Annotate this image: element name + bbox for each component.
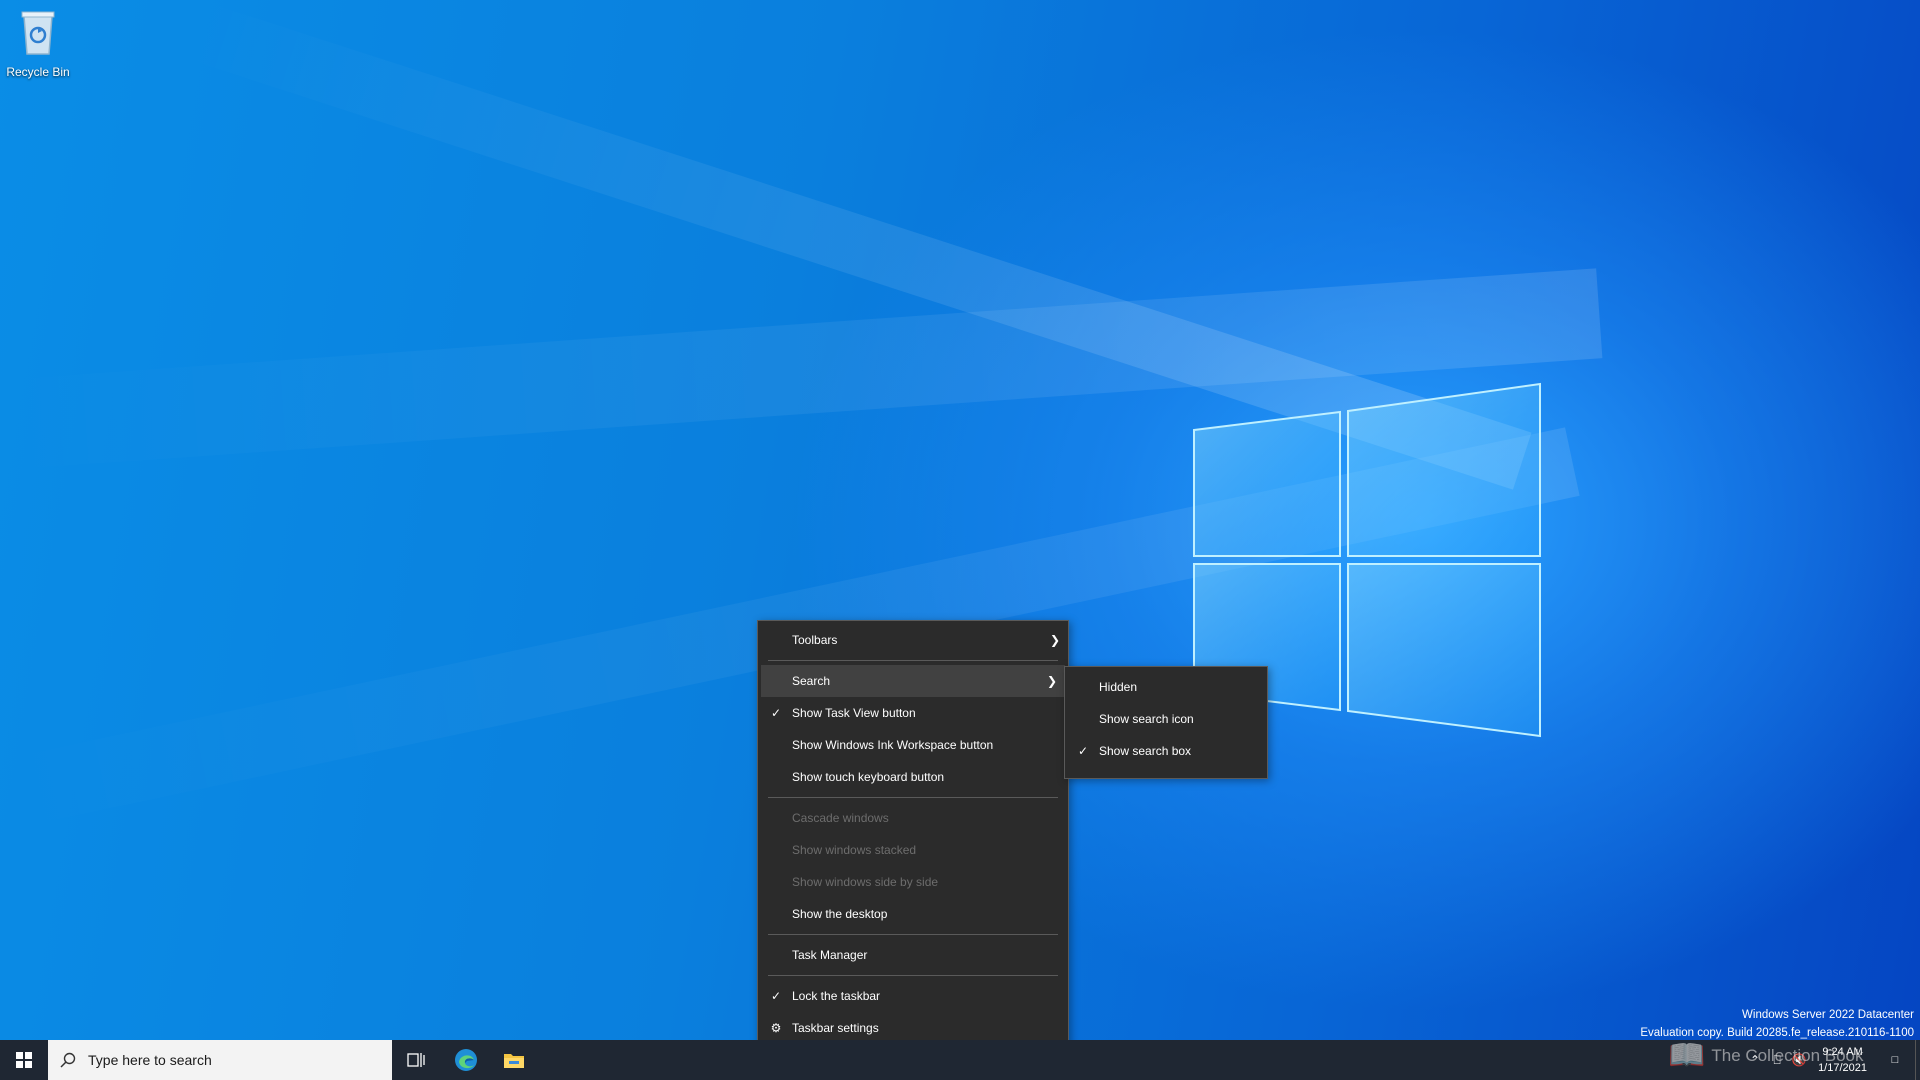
menu-separator <box>768 975 1058 976</box>
menu-item-label: Show touch keyboard button <box>792 770 945 784</box>
recycle-bin-label: Recycle Bin <box>6 65 70 79</box>
menu-item-label: Taskbar settings <box>792 1021 879 1035</box>
task-view-button[interactable] <box>396 1040 436 1080</box>
submenu-item-show-search-icon[interactable]: Show search icon <box>1065 703 1267 735</box>
menu-item-show-ink-workspace[interactable]: Show Windows Ink Workspace button <box>758 729 1068 761</box>
menu-item-task-manager[interactable]: Task Manager <box>758 939 1068 971</box>
taskbar-context-menu: Toolbars ❯ Search ❯ ✓ Show Task View but… <box>757 620 1069 1057</box>
taskbar: Type here to search ⌃ ⎕ 🔇 9:24 AM 1/17/2… <box>0 1040 1920 1080</box>
chevron-right-icon: ❯ <box>1046 674 1057 688</box>
checkmark-icon: ✓ <box>770 989 782 1003</box>
checkmark-icon: ✓ <box>1077 744 1089 758</box>
recycle-bin-desktop-icon[interactable]: Recycle Bin <box>4 6 72 79</box>
windows-start-icon <box>16 1052 32 1068</box>
menu-item-lock-taskbar[interactable]: ✓ Lock the taskbar <box>758 980 1068 1012</box>
menu-item-label: Show windows stacked <box>792 843 917 857</box>
menu-item-cascade-windows: Cascade windows <box>758 802 1068 834</box>
notification-center-icon[interactable]: □ <box>1875 1054 1915 1066</box>
menu-item-label: Show search box <box>1099 744 1192 758</box>
menu-item-label: Hidden <box>1099 680 1138 694</box>
task-view-icon <box>407 1053 425 1067</box>
menu-item-show-touch-keyboard[interactable]: Show touch keyboard button <box>758 761 1068 793</box>
submenu-item-hidden[interactable]: Hidden <box>1065 671 1267 703</box>
menu-item-label: Lock the taskbar <box>792 989 881 1003</box>
show-desktop-strip[interactable] <box>1915 1040 1920 1080</box>
menu-item-show-desktop[interactable]: Show the desktop <box>758 898 1068 930</box>
watermark-edition: Windows Server 2022 Datacenter <box>1742 1009 1914 1021</box>
brand-text: The Collection Book <box>1711 1045 1864 1065</box>
chevron-right-icon: ❯ <box>1049 633 1060 647</box>
folder-icon <box>504 1054 524 1068</box>
edge-browser-button[interactable] <box>446 1040 486 1080</box>
menu-item-label: Search <box>792 674 831 688</box>
menu-item-show-task-view[interactable]: ✓ Show Task View button <box>758 697 1068 729</box>
menu-item-label: Cascade windows <box>792 811 889 825</box>
menu-item-label: Show Task View button <box>792 706 916 720</box>
menu-item-search[interactable]: Search ❯ <box>761 665 1065 697</box>
menu-item-windows-side-by-side: Show windows side by side <box>758 866 1068 898</box>
menu-item-label: Show Windows Ink Workspace button <box>792 738 994 752</box>
menu-item-label: Show windows side by side <box>792 875 939 889</box>
brand-watermark: 📖 The Collection Book <box>1668 1038 1864 1073</box>
edge-icon <box>455 1049 477 1071</box>
menu-item-label: Show the desktop <box>792 907 888 921</box>
search-placeholder: Type here to search <box>88 1052 212 1068</box>
menu-item-label: Task Manager <box>792 948 868 962</box>
start-button[interactable] <box>0 1040 48 1080</box>
recycle-bin-icon <box>21 11 55 55</box>
file-explorer-button[interactable] <box>494 1040 534 1080</box>
menu-item-label: Toolbars <box>792 633 838 647</box>
taskbar-search-box[interactable]: Type here to search <box>48 1040 392 1080</box>
menu-separator <box>768 797 1058 798</box>
menu-item-toolbars[interactable]: Toolbars ❯ <box>758 624 1068 656</box>
menu-separator <box>768 660 1058 661</box>
book-icon: 📖 <box>1668 1039 1706 1072</box>
os-watermark: Windows Server 2022 Datacenter Evaluatio… <box>1640 1006 1914 1042</box>
search-submenu: Hidden Show search icon ✓ Show search bo… <box>1064 666 1268 779</box>
checkmark-icon: ✓ <box>770 706 782 720</box>
search-icon <box>48 1052 88 1068</box>
menu-item-label: Show search icon <box>1099 712 1194 726</box>
menu-separator <box>768 934 1058 935</box>
submenu-item-show-search-box[interactable]: ✓ Show search box <box>1065 735 1267 767</box>
menu-item-windows-stacked: Show windows stacked <box>758 834 1068 866</box>
